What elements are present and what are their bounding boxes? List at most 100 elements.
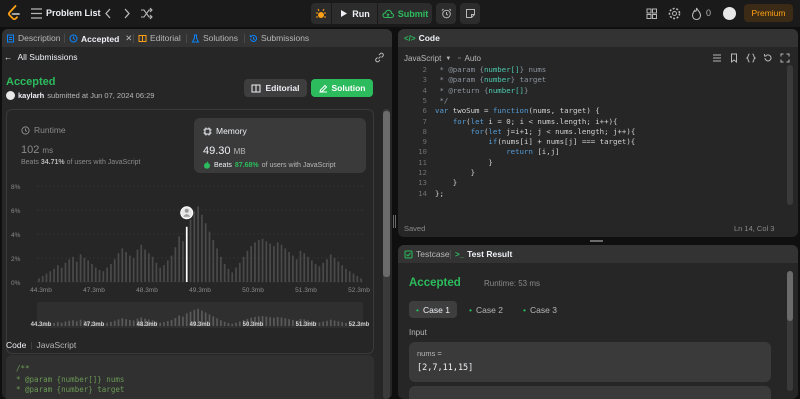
distribution-bar[interactable] — [212, 240, 215, 282]
next-problem-chevron-icon[interactable] — [119, 6, 134, 21]
distribution-bar[interactable] — [231, 272, 234, 282]
distribution-bar[interactable] — [94, 267, 97, 282]
distribution-bar[interactable] — [38, 278, 40, 282]
distribution-bar[interactable] — [117, 253, 120, 282]
distribution-bar[interactable] — [87, 260, 90, 282]
distribution-bar[interactable] — [273, 246, 275, 282]
username[interactable]: kaylarh — [18, 91, 44, 100]
editorial-button[interactable]: Editorial — [244, 79, 307, 97]
distribution-bar[interactable] — [276, 242, 279, 282]
layout-grid-icon[interactable] — [644, 6, 659, 21]
distribution-bar[interactable] — [356, 276, 359, 282]
distribution-bar[interactable] — [64, 262, 67, 282]
tab-accepted[interactable]: Accepted ✕ — [69, 33, 132, 44]
tab-test-result[interactable]: >_ Test Result — [455, 249, 512, 259]
distribution-bar[interactable] — [227, 268, 230, 282]
distribution-bar[interactable] — [147, 253, 150, 282]
distribution-bar[interactable] — [182, 241, 184, 282]
tab-solutions[interactable]: Solutions — [191, 33, 238, 43]
distribution-bar[interactable] — [163, 265, 165, 282]
distribution-bar[interactable] — [75, 261, 78, 282]
distribution-bar[interactable] — [345, 268, 347, 282]
result-scrollbar[interactable] — [787, 271, 793, 391]
run-button[interactable]: Run — [332, 3, 377, 24]
distribution-bar[interactable] — [352, 273, 355, 282]
distribution-bar[interactable] — [178, 236, 181, 282]
distribution-bar[interactable] — [329, 254, 332, 282]
distribution-bar[interactable] — [261, 238, 264, 282]
prev-problem-chevron-icon[interactable] — [101, 6, 116, 21]
distribution-bar[interactable] — [337, 261, 340, 282]
distribution-bar[interactable] — [125, 252, 127, 282]
distribution-bar[interactable] — [223, 264, 226, 282]
distribution-bar[interactable] — [307, 256, 309, 282]
distribution-bar[interactable] — [360, 278, 362, 282]
code-editor[interactable]: 2 * @param {number[]} nums 3 * @param {nu… — [402, 65, 782, 207]
all-submissions-link[interactable]: ← All Submissions — [4, 52, 78, 62]
distribution-bar[interactable] — [295, 259, 298, 282]
distribution-bar[interactable] — [170, 255, 173, 282]
distribution-bar[interactable] — [98, 270, 101, 282]
timer-button[interactable] — [436, 3, 456, 24]
format-list-icon[interactable] — [712, 53, 722, 63]
leetcode-logo-icon[interactable] — [6, 5, 22, 22]
distribution-bar[interactable] — [299, 250, 302, 282]
distribution-bar[interactable] — [49, 271, 52, 282]
distribution-bar[interactable] — [72, 256, 74, 282]
distribution-bar[interactable] — [288, 252, 290, 282]
distribution-bar[interactable] — [132, 258, 135, 282]
distribution-bar[interactable] — [341, 265, 344, 282]
distribution-bar[interactable] — [204, 223, 207, 282]
selected-bar[interactable] — [185, 226, 188, 282]
distribution-bar[interactable] — [333, 258, 336, 282]
fullscreen-icon[interactable] — [780, 53, 790, 63]
distribution-bar[interactable] — [246, 250, 249, 282]
language-select[interactable]: JavaScript ▼ — [404, 54, 451, 63]
bookmark-icon[interactable] — [729, 53, 739, 63]
distribution-bar[interactable] — [197, 206, 199, 282]
distribution-bar[interactable] — [113, 259, 116, 282]
runtime-header[interactable]: Runtime — [21, 125, 66, 135]
tab-editorial[interactable]: Editorial — [138, 33, 181, 43]
distribution-bar[interactable] — [265, 241, 268, 282]
reset-icon[interactable] — [763, 53, 773, 63]
distribution-bar[interactable] — [269, 243, 271, 282]
problem-list-icon[interactable] — [29, 6, 44, 21]
distribution-bar[interactable] — [348, 271, 351, 282]
case-3-tab[interactable]: • Case 3 — [516, 301, 564, 318]
user-avatar[interactable] — [6, 91, 15, 100]
distribution-bar[interactable] — [56, 265, 59, 282]
distribution-bar[interactable] — [79, 254, 82, 282]
distribution-bar[interactable] — [41, 276, 44, 282]
distribution-bar[interactable] — [129, 255, 131, 282]
vertical-resize-handle[interactable] — [393, 215, 396, 228]
distribution-bar[interactable] — [193, 211, 196, 282]
case-2-tab[interactable]: • Case 2 — [462, 301, 510, 318]
distribution-bar[interactable] — [250, 246, 253, 282]
distribution-bar[interactable] — [219, 256, 222, 282]
distribution-bar[interactable] — [303, 253, 306, 282]
distribution-bar[interactable] — [121, 248, 124, 282]
streak-flame-icon[interactable] — [689, 6, 704, 21]
distribution-bar[interactable] — [144, 249, 146, 282]
distribution-bar[interactable] — [280, 244, 283, 282]
distribution-bar[interactable] — [110, 264, 112, 282]
distribution-bar[interactable] — [242, 256, 245, 282]
distribution-bar[interactable] — [254, 242, 256, 282]
distribution-bar[interactable] — [136, 249, 139, 282]
distribution-bar[interactable] — [318, 266, 321, 282]
shuffle-icon[interactable] — [139, 6, 154, 21]
problem-list-label[interactable]: Problem List — [46, 8, 101, 18]
memory-distribution-chart[interactable]: 8% 6% 4% 2% 0% 44.3mb 47.3mb 48.3mb 49.3mb 50.3mb… — [7, 178, 373, 354]
distribution-bar[interactable] — [284, 248, 287, 282]
distribution-bar[interactable] — [257, 240, 260, 282]
left-scrollbar[interactable] — [383, 109, 390, 399]
distribution-bar[interactable] — [60, 267, 63, 282]
distribution-bar[interactable] — [45, 273, 48, 282]
distribution-bar[interactable] — [53, 268, 55, 282]
tab-submissions[interactable]: Submissions — [249, 33, 309, 43]
tab-description[interactable]: Description — [6, 33, 61, 43]
distribution-bar[interactable] — [235, 267, 237, 282]
left-scrollbar-thumb[interactable] — [383, 111, 390, 277]
distribution-bar[interactable] — [326, 259, 328, 282]
